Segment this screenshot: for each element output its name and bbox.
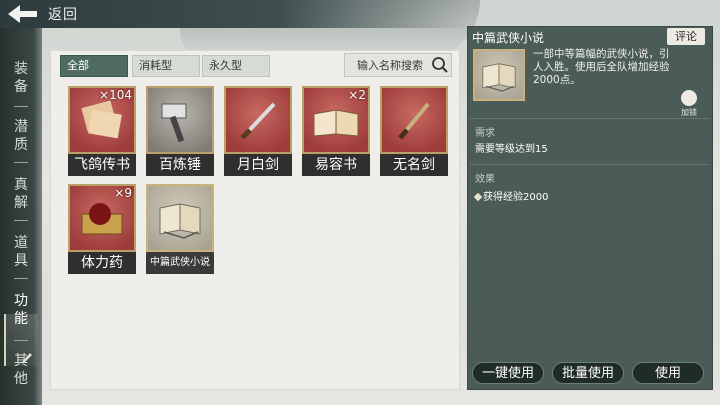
section-divider (470, 118, 710, 119)
nav-divider (14, 220, 28, 221)
search-box (344, 53, 452, 77)
nav-item-char: 他 (14, 371, 28, 387)
item-name: 百炼锤 (146, 154, 214, 176)
detail-title: 中篇武侠小说 (472, 31, 545, 45)
nav-item-char: 潜 (14, 119, 28, 135)
item-frame (380, 86, 448, 154)
item-slot[interactable]: ×9 体力药 (68, 184, 136, 280)
nav-item-char: 备 (14, 79, 28, 95)
lock-label: 加锁 (681, 108, 697, 117)
section-divider (470, 164, 710, 165)
novel-icon (159, 203, 201, 239)
nav-item-function[interactable]: 功 能 (6, 292, 36, 328)
sword-icon (398, 102, 430, 140)
nav-item-char: 具 (14, 253, 28, 269)
nav-item-char: 装 (14, 61, 28, 77)
nav-divider (14, 162, 28, 163)
nav-item-char: 功 (14, 293, 28, 309)
search-icon[interactable] (431, 56, 449, 74)
novel-icon (482, 63, 516, 92)
effect-bullet-icon (473, 192, 483, 202)
nav-item-char: 解 (14, 195, 28, 211)
top-bar: 返回 (0, 0, 470, 28)
nav-item-props[interactable]: 道 具 (6, 234, 36, 270)
back-button[interactable]: 返回 (4, 2, 84, 26)
detail-item-icon (473, 49, 525, 101)
requirement-text: 需要等级达到15 (475, 144, 548, 155)
sword-icon (240, 102, 276, 140)
nav-item-char: 道 (14, 235, 28, 251)
nav-item-char: 能 (14, 311, 28, 327)
hammer-icon (161, 103, 187, 143)
use-button[interactable]: 使用 (632, 362, 704, 384)
nav-divider (14, 278, 28, 279)
lock-icon (681, 90, 697, 106)
search-input[interactable] (345, 54, 429, 76)
nav-item-potential[interactable]: 潜 质 (6, 118, 36, 154)
item-slot[interactable]: 无名剑 (380, 86, 448, 182)
item-name: 飞鸽传书 (68, 154, 136, 176)
requirement-label: 需求 (475, 128, 495, 139)
tab-consumable[interactable]: 消耗型 (132, 55, 200, 77)
back-arrow-icon (8, 5, 37, 23)
effect-row: 获得经验2000 (473, 188, 549, 203)
nav-item-true-solution[interactable]: 真 解 (6, 176, 36, 212)
nav-item-other[interactable]: 其 他 (6, 352, 36, 388)
nav-divider (14, 340, 28, 341)
item-name: 体力药 (68, 252, 136, 274)
item-name: 无名剑 (380, 154, 448, 176)
item-slot[interactable]: ×2 易容书 (302, 86, 370, 182)
tab-permanent[interactable]: 永久型 (202, 55, 270, 77)
item-frame (224, 86, 292, 154)
item-slot[interactable]: 百炼锤 (146, 86, 214, 182)
batch-use-button[interactable]: 批量使用 (552, 362, 624, 384)
nav-divider (14, 106, 28, 107)
lock-button[interactable]: 加锁 (678, 90, 700, 120)
comment-button[interactable]: 评论 (667, 28, 705, 45)
category-nav: 装 备 潜 质 真 解 道 具 功 能 其 他 (0, 28, 42, 405)
effect-text: 获得经验2000 (483, 192, 549, 203)
use-all-button[interactable]: 一键使用 (472, 362, 544, 384)
item-frame (146, 86, 214, 154)
back-label: 返回 (48, 7, 78, 23)
item-name: 中篇武侠小说 (146, 252, 214, 274)
item-name: 月白剑 (224, 154, 292, 176)
item-slot-selected[interactable]: 中篇武侠小说 (146, 184, 214, 280)
detail-description: 一部中等篇幅的武侠小说，引人入胜。使用后全队增加经验2000点。 (533, 48, 670, 86)
nav-item-char: 真 (14, 177, 28, 193)
item-slot[interactable]: 月白剑 (224, 86, 292, 182)
nav-item-char: 质 (14, 137, 28, 153)
effect-label: 效果 (475, 174, 495, 185)
item-count: ×9 (114, 186, 132, 200)
item-slot[interactable]: ×104 飞鸽传书 (68, 86, 136, 182)
item-count: ×2 (348, 88, 366, 102)
item-name: 易容书 (302, 154, 370, 176)
nav-item-equipment[interactable]: 装 备 (6, 60, 36, 96)
item-frame (146, 184, 214, 252)
nav-item-char: 其 (14, 353, 28, 369)
item-count: ×104 (99, 88, 132, 102)
tab-all[interactable]: 全部 (60, 55, 128, 77)
